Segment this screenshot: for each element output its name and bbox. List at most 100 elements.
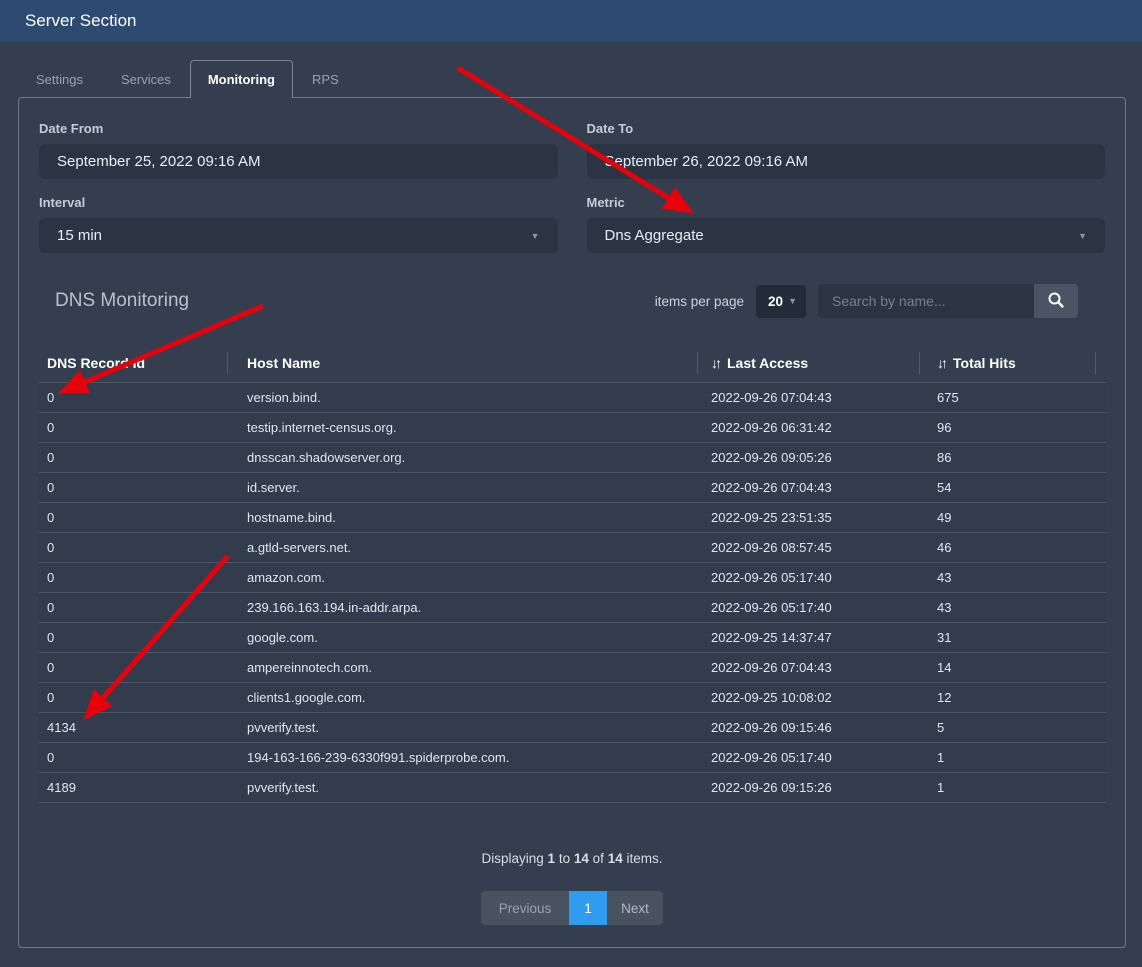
table-cell: amazon.com. (228, 570, 698, 585)
sort-icon: ↓↑ (937, 355, 945, 371)
summary-to: 14 (574, 851, 589, 866)
table-cell: 2022-09-26 09:05:26 (698, 450, 920, 465)
table-cell: 2022-09-25 23:51:35 (698, 510, 920, 525)
table-cell: 2022-09-26 09:15:26 (698, 780, 920, 795)
section-title: DNS Monitoring (55, 290, 189, 312)
column-header-total-hits[interactable]: ↓↑ Total Hits (920, 352, 1096, 374)
dns-table: DNS Record Id Host Name ↓↑ Last Access ↓… (39, 344, 1105, 803)
table-cell: pvverify.test. (228, 780, 698, 795)
table-controls: items per page 20 ▼ (655, 284, 1078, 318)
table-cell: 0 (39, 540, 228, 555)
table-row: 4189pvverify.test.2022-09-26 09:15:261 (39, 772, 1106, 802)
table-cell: 0 (39, 390, 228, 405)
table-row: 0clients1.google.com.2022-09-25 10:08:02… (39, 682, 1106, 712)
table-cell: 4134 (39, 720, 228, 735)
summary-text: of (593, 851, 604, 866)
table-cell: 43 (920, 600, 1096, 615)
date-from-field-group: Date From (39, 121, 558, 179)
table-cell: 0 (39, 660, 228, 675)
metric-label: Metric (587, 195, 1106, 210)
table-cell: id.server. (228, 480, 698, 495)
date-to-input[interactable] (587, 144, 1106, 179)
tab-services[interactable]: Services (102, 62, 190, 97)
items-per-page-select[interactable]: 20 ▼ (756, 285, 806, 318)
table-cell: 0 (39, 570, 228, 585)
column-label: Host Name (247, 355, 320, 371)
table-cell: a.gtld-servers.net. (228, 540, 698, 555)
table-cell: 4189 (39, 780, 228, 795)
sort-icon: ↓↑ (711, 355, 719, 371)
items-per-page-label: items per page (655, 294, 744, 309)
search-button[interactable] (1034, 284, 1078, 318)
date-to-field-group: Date To (587, 121, 1106, 179)
table-cell: 86 (920, 450, 1096, 465)
tab-rps[interactable]: RPS (293, 62, 358, 97)
pagination: Previous 1 Next (39, 891, 1105, 925)
table-cell: 0 (39, 750, 228, 765)
column-label: DNS Record Id (47, 355, 145, 371)
table-cell: dnsscan.shadowserver.org. (228, 450, 698, 465)
table-row: 0239.166.163.194.in-addr.arpa.2022-09-26… (39, 592, 1106, 622)
table-cell: 2022-09-26 08:57:45 (698, 540, 920, 555)
tab-monitoring[interactable]: Monitoring (190, 60, 293, 98)
table-cell: 0 (39, 600, 228, 615)
column-header-last-access[interactable]: ↓↑ Last Access (698, 352, 920, 374)
table-cell: 12 (920, 690, 1096, 705)
summary-total: 14 (608, 851, 623, 866)
table-cell: 31 (920, 630, 1096, 645)
interval-field-group: Interval 15 min ▼ (39, 195, 558, 253)
chevron-down-icon: ▼ (1078, 231, 1087, 241)
top-bar: Server Section (0, 0, 1142, 42)
table-cell: 2022-09-26 09:15:46 (698, 720, 920, 735)
table-row: 0version.bind.2022-09-26 07:04:43675 (39, 382, 1106, 412)
interval-select-value: 15 min (57, 227, 102, 244)
table-row: 0amazon.com.2022-09-26 05:17:4043 (39, 562, 1106, 592)
table-cell: 675 (920, 390, 1096, 405)
monitoring-panel: Date From Date To Interval 15 min ▼ Metr… (18, 97, 1126, 948)
search-input[interactable] (818, 284, 1034, 318)
column-label: Total Hits (953, 355, 1016, 371)
table-cell: 239.166.163.194.in-addr.arpa. (228, 600, 698, 615)
table-cell: 2022-09-26 07:04:43 (698, 390, 920, 405)
summary-text: Displaying (482, 851, 544, 866)
interval-label: Interval (39, 195, 558, 210)
table-row: 0google.com.2022-09-25 14:37:4731 (39, 622, 1106, 652)
summary-text: to (559, 851, 570, 866)
metric-select[interactable]: Dns Aggregate ▼ (587, 218, 1106, 253)
column-header-dns-record-id: DNS Record Id (39, 352, 228, 374)
filter-form: Date From Date To Interval 15 min ▼ Metr… (39, 121, 1105, 253)
table-cell: 194-163-166-239-6330f991.spiderprobe.com… (228, 750, 698, 765)
search-group (818, 284, 1078, 318)
table-cell: testip.internet-census.org. (228, 420, 698, 435)
table-cell: 2022-09-26 06:31:42 (698, 420, 920, 435)
next-page-button[interactable]: Next (607, 891, 663, 925)
table-cell: 43 (920, 570, 1096, 585)
table-cell: 96 (920, 420, 1096, 435)
table-row: 4134pvverify.test.2022-09-26 09:15:465 (39, 712, 1106, 742)
date-from-input[interactable] (39, 144, 558, 179)
table-cell: 0 (39, 630, 228, 645)
tab-settings[interactable]: Settings (17, 62, 102, 97)
displaying-summary: Displaying 1 to 14 of 14 items. (39, 851, 1105, 866)
table-cell: ampereinnotech.com. (228, 660, 698, 675)
interval-select[interactable]: 15 min ▼ (39, 218, 558, 253)
table-cell: 46 (920, 540, 1096, 555)
table-cell: version.bind. (228, 390, 698, 405)
table-cell: clients1.google.com. (228, 690, 698, 705)
table-row: 0ampereinnotech.com.2022-09-26 07:04:431… (39, 652, 1106, 682)
table-body: 0version.bind.2022-09-26 07:04:436750tes… (39, 382, 1106, 803)
metric-field-group: Metric Dns Aggregate ▼ (587, 195, 1106, 253)
table-cell: hostname.bind. (228, 510, 698, 525)
table-cell: google.com. (228, 630, 698, 645)
table-header-row: DNS Record Id Host Name ↓↑ Last Access ↓… (39, 344, 1105, 382)
items-per-page-value: 20 (768, 294, 783, 309)
chevron-down-icon: ▼ (531, 231, 540, 241)
search-icon (1047, 291, 1065, 312)
previous-page-button[interactable]: Previous (481, 891, 569, 925)
table-cell: 0 (39, 450, 228, 465)
table-section-header: DNS Monitoring items per page 20 ▼ (39, 284, 1105, 318)
current-page-button[interactable]: 1 (569, 891, 607, 925)
page-title: Server Section (25, 11, 137, 31)
table-cell: 2022-09-26 07:04:43 (698, 660, 920, 675)
table-cell: 0 (39, 510, 228, 525)
